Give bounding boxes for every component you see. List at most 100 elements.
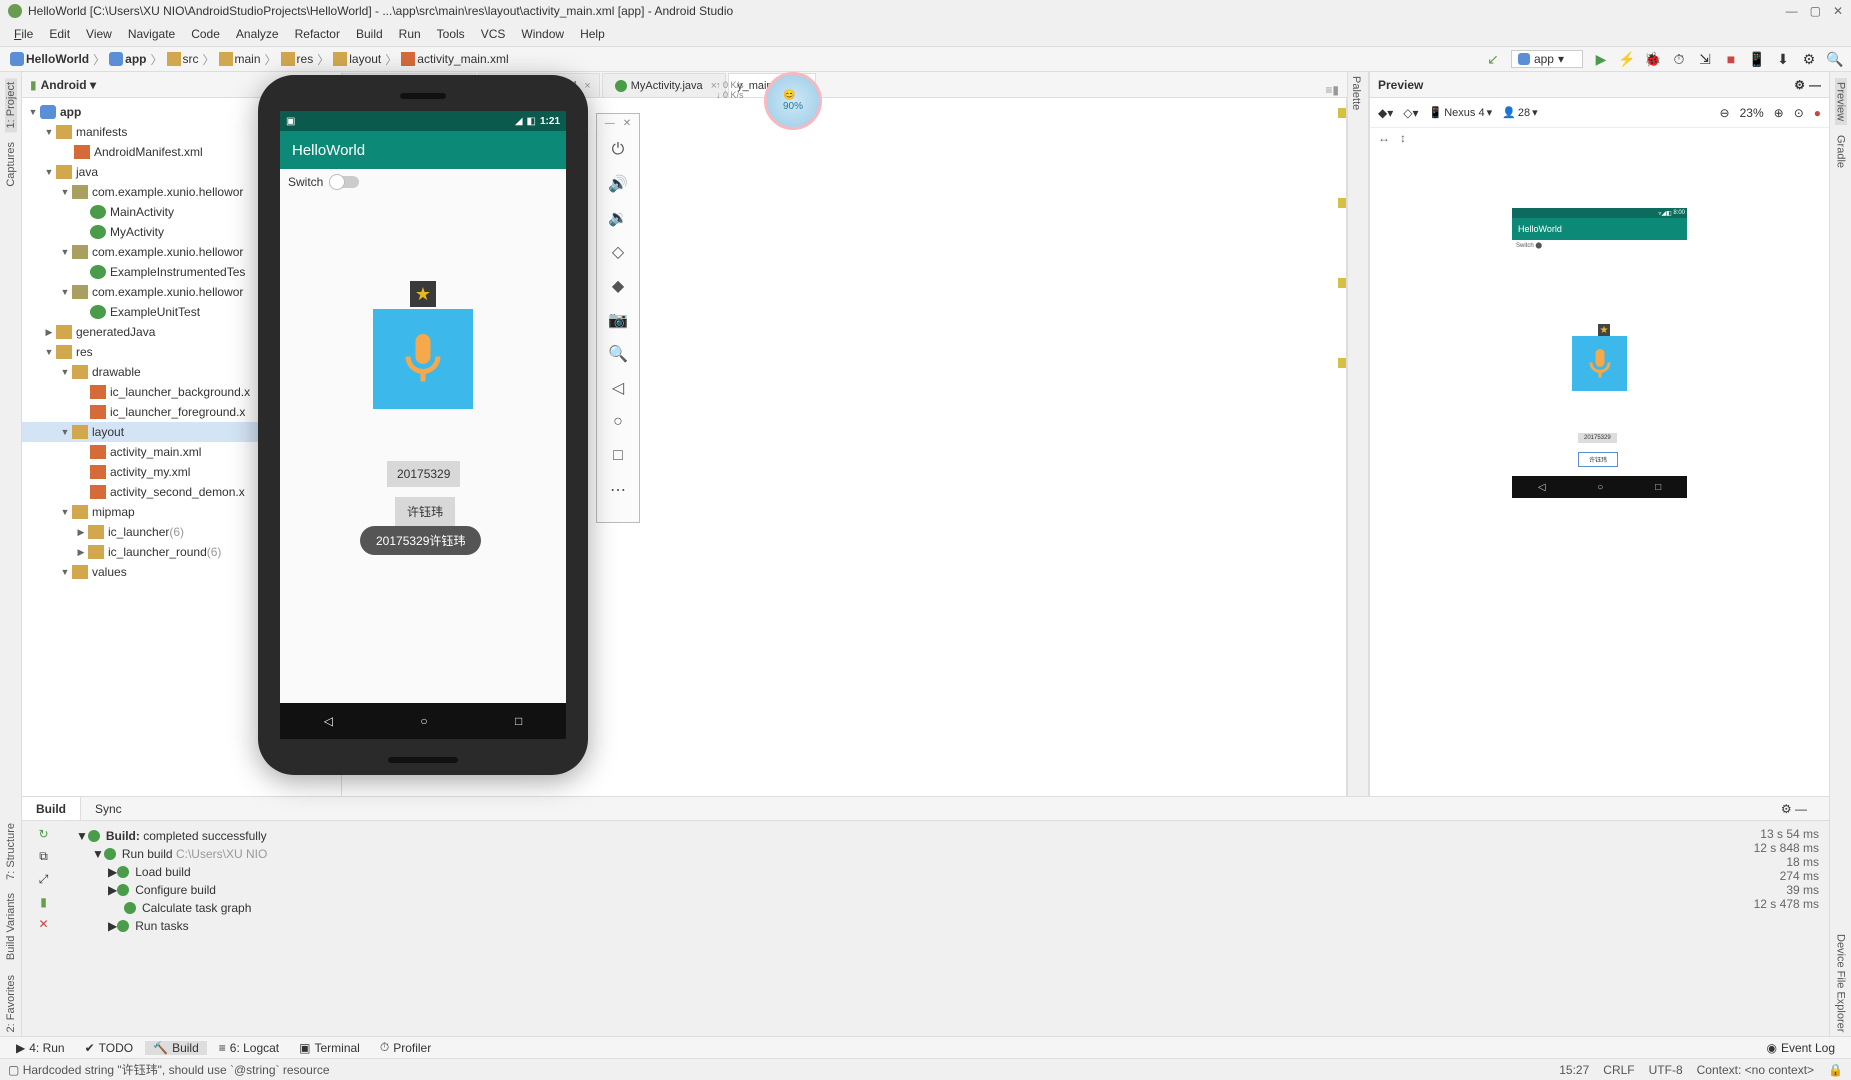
emu-close-icon[interactable]: ✕ <box>623 118 631 129</box>
apply-changes-button[interactable]: ⚡ <box>1619 51 1635 67</box>
tab-preview[interactable]: Preview <box>1835 78 1847 125</box>
assistant-bubble[interactable]: 😊90% <box>764 72 822 130</box>
avd-manager-icon[interactable]: 📱 <box>1749 51 1765 67</box>
bottom-run[interactable]: ▶ 4: Run <box>8 1041 73 1055</box>
orientation-icon[interactable]: ◇▾ <box>1403 106 1418 120</box>
tab-device-explorer[interactable]: Device File Explorer <box>1835 930 1847 1036</box>
bottom-build[interactable]: 🔨 Build <box>145 1041 207 1055</box>
build-tab-sync[interactable]: Sync <box>81 797 136 820</box>
status-line-sep[interactable]: CRLF <box>1603 1063 1634 1077</box>
debug-button[interactable]: 🐞 <box>1645 51 1661 67</box>
emu-button-2[interactable]: 许钰玮 <box>395 497 455 526</box>
emu-zoom-icon[interactable]: 🔍 <box>605 341 631 367</box>
device-selector[interactable]: 📱 Nexus 4 ▾ <box>1429 106 1493 119</box>
emu-minimize-icon[interactable]: — <box>605 118 615 129</box>
close-build-icon[interactable]: ✕ <box>38 917 48 931</box>
warnings-icon[interactable]: ● <box>1814 106 1821 120</box>
status-lock-icon[interactable]: 🔒 <box>1828 1063 1843 1077</box>
android-icon[interactable]: ▮ <box>40 895 47 909</box>
run-config-selector[interactable]: app ▾ <box>1511 50 1583 68</box>
emu-nav-bar[interactable]: ◁○□ <box>280 703 566 739</box>
breadcrumb-file[interactable]: activity_main.xml <box>399 52 510 66</box>
breadcrumb-main[interactable]: main <box>217 52 263 66</box>
status-context[interactable]: Context: <no context> <box>1697 1063 1814 1077</box>
zoom-fit-icon[interactable]: ⊙ <box>1794 106 1804 120</box>
emu-more-icon[interactable]: ⋯ <box>605 477 631 503</box>
project-structure-icon[interactable]: ⚙ <box>1801 51 1817 67</box>
stop-button[interactable]: ■ <box>1723 51 1739 67</box>
breadcrumb-src[interactable]: src <box>165 52 201 66</box>
tab-project[interactable]: 1: Project <box>5 78 17 132</box>
profile-button[interactable]: ⏱ <box>1671 51 1687 67</box>
menu-navigate[interactable]: Navigate <box>122 25 181 43</box>
bottom-eventlog[interactable]: ◉ Event Log <box>1758 1041 1843 1055</box>
menu-window[interactable]: Window <box>515 25 570 43</box>
emu-power-icon[interactable]: ⏻ <box>605 137 631 163</box>
maximize-button[interactable]: ▢ <box>1810 4 1821 18</box>
tab-favorites[interactable]: 2: Favorites <box>5 971 17 1036</box>
bottom-logcat[interactable]: ≡ 6: Logcat <box>211 1041 287 1055</box>
emu-camera-icon[interactable]: 📷 <box>605 307 631 333</box>
menu-refactor[interactable]: Refactor <box>289 25 346 43</box>
menu-edit[interactable]: Edit <box>43 25 76 43</box>
menu-help[interactable]: Help <box>574 25 611 43</box>
tab-structure[interactable]: 7: Structure <box>5 819 17 884</box>
attach-debugger-button[interactable]: ⇲ <box>1697 51 1713 67</box>
menu-code[interactable]: Code <box>185 25 226 43</box>
status-encoding[interactable]: UTF-8 <box>1649 1063 1683 1077</box>
build-settings-icon[interactable]: ⚙ — <box>1767 797 1821 820</box>
project-view-selector[interactable]: Android ▾ <box>41 78 96 92</box>
breadcrumb-root[interactable]: HelloWorld <box>8 52 91 66</box>
palette-tab[interactable]: Palette <box>1348 72 1364 114</box>
menu-analyze[interactable]: Analyze <box>230 25 285 43</box>
design-surface-icon[interactable]: ◆▾ <box>1378 106 1393 120</box>
menu-run[interactable]: Run <box>393 25 427 43</box>
preview-hide-icon[interactable]: — <box>1809 78 1821 92</box>
sdk-manager-icon[interactable]: ⬇ <box>1775 51 1791 67</box>
status-icon[interactable]: ▢ <box>8 1063 19 1077</box>
run-button[interactable]: ▶ <box>1593 51 1609 67</box>
menu-file[interactable]: FFileile <box>8 25 39 43</box>
emu-overview-icon[interactable]: □ <box>605 443 631 469</box>
preview-canvas[interactable]: ▿◢◧ 8:00 HelloWorld Switch ⬤ ★ 20175329 … <box>1370 148 1829 796</box>
preview-settings-icon[interactable]: ⚙ <box>1794 78 1805 92</box>
menu-view[interactable]: View <box>80 25 118 43</box>
emulator-window[interactable]: ▣◢◧1:21 HelloWorld Switch ★ 20175329 许钰玮… <box>258 75 640 775</box>
bottom-todo[interactable]: ✔ TODO <box>77 1041 142 1055</box>
emu-volume-down-icon[interactable]: 🔉 <box>605 205 631 231</box>
close-button[interactable]: ✕ <box>1833 4 1843 18</box>
expand-icon[interactable]: ⤢ <box>39 872 49 887</box>
tab-options-icon[interactable]: ≡▮ <box>1325 83 1339 97</box>
pan-h-icon[interactable]: ↔ <box>1378 131 1390 145</box>
emu-switch[interactable]: Switch <box>280 169 566 195</box>
sync-icon[interactable]: ↙ <box>1485 51 1501 67</box>
status-line-col[interactable]: 15:27 <box>1559 1063 1589 1077</box>
menu-vcs[interactable]: VCS <box>475 25 512 43</box>
build-tab-build[interactable]: Build <box>22 797 81 820</box>
tab-build-variants[interactable]: Build Variants <box>5 889 17 964</box>
zoom-out-icon[interactable]: ⊖ <box>1720 106 1730 120</box>
breadcrumb-res[interactable]: res <box>279 52 316 66</box>
tab-captures[interactable]: Captures <box>5 138 17 191</box>
emu-back-icon[interactable]: ◁ <box>605 375 631 401</box>
filter-icon[interactable]: ⧉ <box>39 849 48 864</box>
search-icon[interactable]: 🔍 <box>1827 51 1843 67</box>
menu-build[interactable]: Build <box>350 25 389 43</box>
emu-rotate-left-icon[interactable]: ◇ <box>605 239 631 265</box>
minimize-button[interactable]: — <box>1786 4 1798 18</box>
menu-tools[interactable]: Tools <box>431 25 471 43</box>
emulator-screen[interactable]: ▣◢◧1:21 HelloWorld Switch ★ 20175329 许钰玮… <box>280 111 566 739</box>
rerun-icon[interactable]: ↻ <box>38 827 48 841</box>
breadcrumb-app[interactable]: app <box>107 52 148 66</box>
bottom-terminal[interactable]: ▣ Terminal <box>291 1041 368 1055</box>
emu-button-1[interactable]: 20175329 <box>387 461 460 487</box>
breadcrumb-layout[interactable]: layout <box>331 52 383 66</box>
tab-gradle[interactable]: Gradle <box>1835 131 1847 172</box>
emu-home-icon[interactable]: ○ <box>605 409 631 435</box>
pan-v-icon[interactable]: ↕ <box>1400 131 1406 145</box>
emu-rotate-right-icon[interactable]: ◆ <box>605 273 631 299</box>
zoom-in-icon[interactable]: ⊕ <box>1774 106 1784 120</box>
api-selector[interactable]: 👤 28 ▾ <box>1502 106 1537 119</box>
emu-volume-up-icon[interactable]: 🔊 <box>605 171 631 197</box>
bottom-profiler[interactable]: ⏱ Profiler <box>372 1040 439 1055</box>
